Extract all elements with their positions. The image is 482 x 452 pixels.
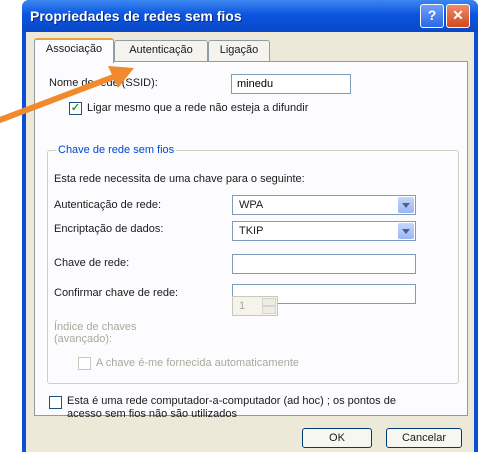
annotation-arrow-shaft <box>0 73 119 123</box>
annotation-arrow <box>0 66 134 123</box>
tab-associacao[interactable]: Associação <box>34 38 114 63</box>
